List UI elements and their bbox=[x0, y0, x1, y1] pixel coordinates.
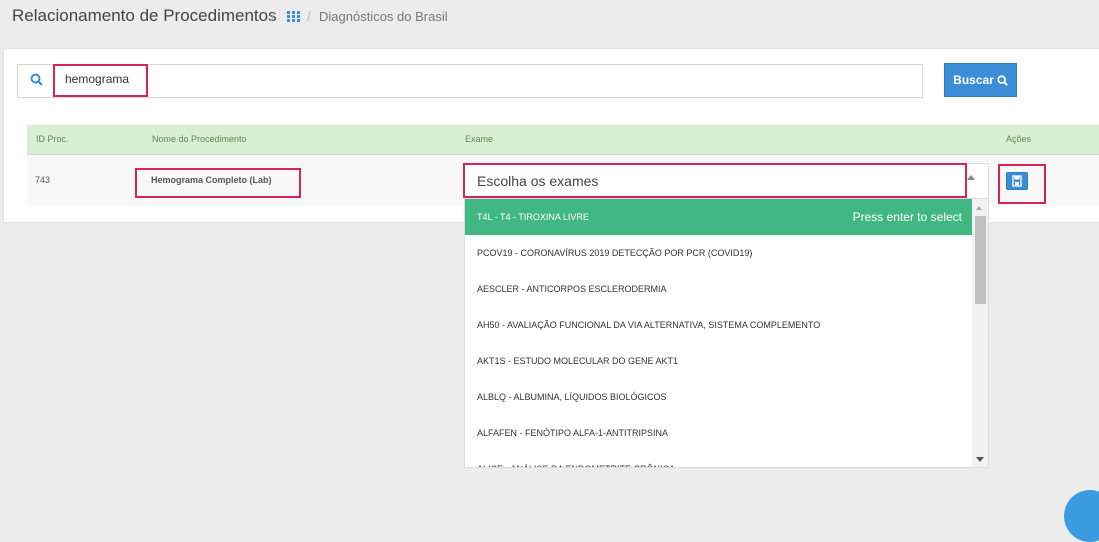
highlight-box bbox=[463, 163, 967, 198]
dropdown-option[interactable]: ALFAFEN - FENÓTIPO ALFA-1-ANTITRIPSINA bbox=[465, 415, 972, 451]
procedure-id: 743 bbox=[35, 175, 51, 185]
dropdown-option[interactable]: AESCLER - ANTICORPOS ESCLERODERMIA bbox=[465, 271, 972, 307]
breadcrumb-separator: / bbox=[307, 9, 311, 24]
column-header: Exame bbox=[465, 134, 494, 144]
breadcrumb-separator: / bbox=[271, 9, 275, 24]
page-header: Relacionamento de Procedimentos / / Diag… bbox=[0, 0, 1099, 38]
dropdown-option[interactable]: ALICE - ANÁLISE DA ENDOMETRITE CRÔNICA bbox=[465, 451, 972, 467]
breadcrumb-current: Diagnósticos do Brasil bbox=[319, 9, 448, 24]
page-title: Relacionamento de Procedimentos bbox=[12, 6, 277, 25]
select-hint: Press enter to select bbox=[852, 210, 962, 224]
dropdown-option[interactable]: AH50 - AVALIAÇÃO FUNCIONAL DA VIA ALTERN… bbox=[465, 307, 972, 343]
highlight-box bbox=[998, 164, 1046, 204]
table-header: ID Proc. Nome do Procedimento Exame Açõe… bbox=[27, 125, 1099, 155]
highlight-box bbox=[53, 64, 148, 97]
scroll-up-icon[interactable] bbox=[976, 206, 982, 210]
search-field[interactable] bbox=[17, 64, 923, 98]
highlight-box bbox=[135, 168, 301, 198]
search-button-label: Buscar bbox=[953, 73, 994, 87]
option-label: T4L - T4 - TIROXINA LIVRE bbox=[477, 212, 589, 222]
column-header: ID Proc. bbox=[36, 134, 69, 144]
search-icon bbox=[30, 73, 43, 86]
floating-action-button[interactable] bbox=[1064, 490, 1099, 542]
dropdown-option[interactable]: PCOV19 - CORONAVÍRUS 2019 DETECÇÃO POR P… bbox=[465, 235, 972, 271]
column-header: Ações bbox=[1006, 134, 1032, 144]
dropdown-option[interactable]: ALBLQ - ALBUMINA, LÍQUIDOS BIOLÓGICOS bbox=[465, 379, 972, 415]
scroll-down-icon[interactable] bbox=[976, 457, 984, 462]
search-icon bbox=[997, 74, 1008, 86]
scrollbar-thumb[interactable] bbox=[975, 216, 986, 304]
dropdown-option[interactable]: T4L - T4 - TIROXINA LIVRE Press enter to… bbox=[465, 199, 972, 235]
dropdown-option[interactable]: AKT1S - ESTUDO MOLECULAR DO GENE AKT1 bbox=[465, 343, 972, 379]
caret-up-icon[interactable] bbox=[967, 175, 975, 180]
search-button[interactable]: Buscar bbox=[944, 63, 1017, 97]
column-header: Nome do Procedimento bbox=[152, 134, 247, 144]
exam-dropdown-list[interactable]: T4L - T4 - TIROXINA LIVRE Press enter to… bbox=[464, 198, 989, 468]
grid-icon[interactable] bbox=[287, 11, 300, 22]
